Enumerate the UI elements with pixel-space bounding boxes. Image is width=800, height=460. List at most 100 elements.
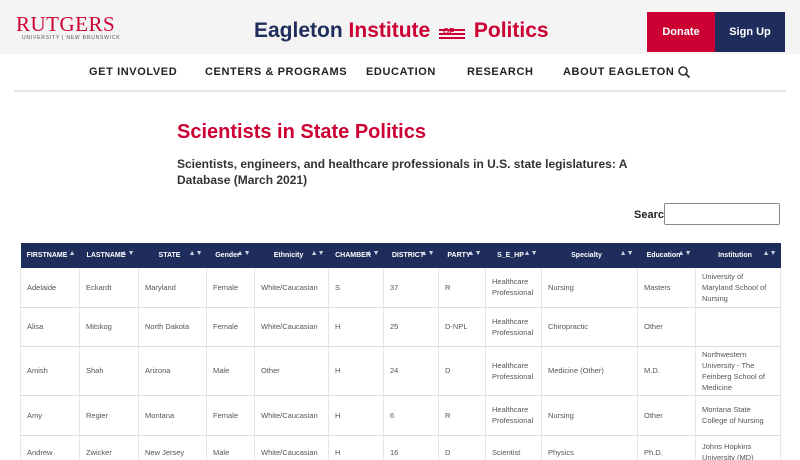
cell-firstname: Andrew <box>20 435 80 460</box>
cell-institution: Northwestern University - The Feinberg S… <box>695 346 781 396</box>
sort-icon: ▲▼ <box>365 250 380 257</box>
table-header-row: FIRSTNAME ▲ LASTNAME ▲▼ STATE ▲▼ Gender ▲▼ E… <box>20 243 781 268</box>
cell-district: 25 <box>383 307 439 347</box>
cell-state: New Jersey <box>138 435 207 460</box>
site-header: RUTGERS UNIVERSITY | NEW BRUNSWICK Eagle… <box>0 0 800 54</box>
col-header-party[interactable]: PARTY ▲▼ <box>438 243 486 268</box>
col-header-education[interactable]: Education ▲▼ <box>637 243 696 268</box>
cell-specialty: Nursing <box>541 395 638 436</box>
cell-chamber: H <box>328 395 384 436</box>
page-subtitle: Scientists, engineers, and healthcare pr… <box>177 157 627 187</box>
cell-specialty: Physics <box>541 435 638 460</box>
cell-lastname: Eckardt <box>79 268 139 308</box>
cell-ethnicity: Other <box>254 346 329 396</box>
cell-s-e-hp: Scientist <box>485 435 542 460</box>
cell-lastname: Shah <box>79 346 139 396</box>
col-header-institution[interactable]: Institution ▲▼ <box>695 243 781 268</box>
table-row: Adelaide Eckardt Maryland Female White/C… <box>20 268 781 308</box>
nav-about-eagleton[interactable]: ABOUT EAGLETON <box>563 66 674 78</box>
sort-icon: ▲▼ <box>677 250 692 257</box>
cell-ethnicity: White/Caucasian <box>254 268 329 308</box>
cell-lastname: Mitskog <box>79 307 139 347</box>
sort-icon: ▲▼ <box>420 250 435 257</box>
col-header-state[interactable]: STATE ▲▼ <box>138 243 207 268</box>
page-title: Scientists in State Politics <box>177 121 426 143</box>
sort-icon: ▲▼ <box>188 250 203 257</box>
cell-lastname: Regier <box>79 395 139 436</box>
cell-firstname: Amy <box>20 395 80 436</box>
col-header-district[interactable]: DISTRICT ▲▼ <box>383 243 439 268</box>
site-title-institute: Institute <box>348 19 431 42</box>
flag-icon: OF <box>439 21 466 39</box>
cell-s-e-hp: Healthcare Professional <box>485 268 542 308</box>
cell-party: D <box>438 346 486 396</box>
cell-state: Maryland <box>138 268 207 308</box>
col-header-specialty[interactable]: Specialty ▲▼ <box>541 243 638 268</box>
cell-education: Ph.D. <box>637 435 696 460</box>
cell-state: Arizona <box>138 346 207 396</box>
signup-button[interactable]: Sign Up <box>715 12 785 52</box>
cell-specialty: Chiropractic <box>541 307 638 347</box>
site-title-eagleton: Eagleton <box>254 19 343 42</box>
cell-institution: University of Maryland School of Nursing <box>695 268 781 308</box>
col-header-ethnicity[interactable]: Ethnicity ▲▼ <box>254 243 329 268</box>
cell-ethnicity: White/Caucasian <box>254 307 329 347</box>
sort-icon: ▲▼ <box>310 250 325 257</box>
site-title[interactable]: Eagleton Institute OF Politics <box>254 19 549 43</box>
cell-state: North Dakota <box>138 307 207 347</box>
cell-specialty: Medicine (Other) <box>541 346 638 396</box>
nav-get-involved[interactable]: GET INVOLVED <box>89 66 177 78</box>
cell-ethnicity: White/Caucasian <box>254 395 329 436</box>
cell-lastname: Zwicker <box>79 435 139 460</box>
sort-icon: ▲▼ <box>762 250 777 257</box>
cell-gender: Female <box>206 395 255 436</box>
rutgers-campus-label: UNIVERSITY | NEW BRUNSWICK <box>22 35 121 41</box>
cell-institution: Montana State College of Nursing <box>695 395 781 436</box>
col-header-firstname[interactable]: FIRSTNAME ▲ <box>20 243 80 268</box>
cell-ethnicity: White/Caucasian <box>254 435 329 460</box>
site-title-politics: Politics <box>473 19 549 42</box>
cell-gender: Male <box>206 435 255 460</box>
cell-party: R <box>438 268 486 308</box>
col-header-chamber[interactable]: CHAMBER ▲▼ <box>328 243 384 268</box>
col-header-s-e-hp[interactable]: S_E_HP ▲▼ <box>485 243 542 268</box>
cell-specialty: Nursing <box>541 268 638 308</box>
cell-education: Other <box>637 307 696 347</box>
nav-education[interactable]: EDUCATION <box>366 66 436 78</box>
sort-icon: ▲▼ <box>120 250 135 257</box>
cell-firstname: Adelaide <box>20 268 80 308</box>
cell-district: 37 <box>383 268 439 308</box>
search-input[interactable] <box>664 203 780 225</box>
cell-institution: Johns Hopkins University (MD) <box>695 435 781 460</box>
nav-research[interactable]: RESEARCH <box>467 66 534 78</box>
table-row: Amy Regier Montana Female White/Caucasia… <box>20 395 781 436</box>
table-row: Alisa Mitskog North Dakota Female White/… <box>20 307 781 347</box>
rutgers-logo[interactable]: RUTGERS UNIVERSITY | NEW BRUNSWICK <box>16 12 121 42</box>
sort-asc-icon: ▲ <box>68 250 76 257</box>
nav-centers-programs[interactable]: CENTERS & PROGRAMS <box>205 66 347 78</box>
cell-s-e-hp: Healthcare Professional <box>485 346 542 396</box>
cell-state: Montana <box>138 395 207 436</box>
cell-institution <box>695 307 781 347</box>
rutgers-wordmark: RUTGERS <box>16 12 116 36</box>
cell-district: 24 <box>383 346 439 396</box>
cell-gender: Male <box>206 346 255 396</box>
table-row: Amish Shah Arizona Male Other H 24 D Hea… <box>20 346 781 396</box>
cell-district: 16 <box>383 435 439 460</box>
cell-chamber: S <box>328 268 384 308</box>
cell-firstname: Amish <box>20 346 80 396</box>
sort-icon: ▲▼ <box>236 250 251 257</box>
col-header-gender[interactable]: Gender ▲▼ <box>206 243 255 268</box>
search-icon[interactable] <box>677 65 691 79</box>
cell-chamber: H <box>328 435 384 460</box>
legislators-table: FIRSTNAME ▲ LASTNAME ▲▼ STATE ▲▼ Gender ▲▼ E… <box>20 243 781 460</box>
sort-icon: ▲▼ <box>467 250 482 257</box>
cell-chamber: H <box>328 346 384 396</box>
cell-party: R <box>438 395 486 436</box>
cell-s-e-hp: Healthcare Professional <box>485 307 542 347</box>
col-header-lastname[interactable]: LASTNAME ▲▼ <box>79 243 139 268</box>
cell-s-e-hp: Healthcare Professional <box>485 395 542 436</box>
cell-education: M.D. <box>637 346 696 396</box>
donate-button[interactable]: Donate <box>647 12 715 52</box>
cell-education: Masters <box>637 268 696 308</box>
